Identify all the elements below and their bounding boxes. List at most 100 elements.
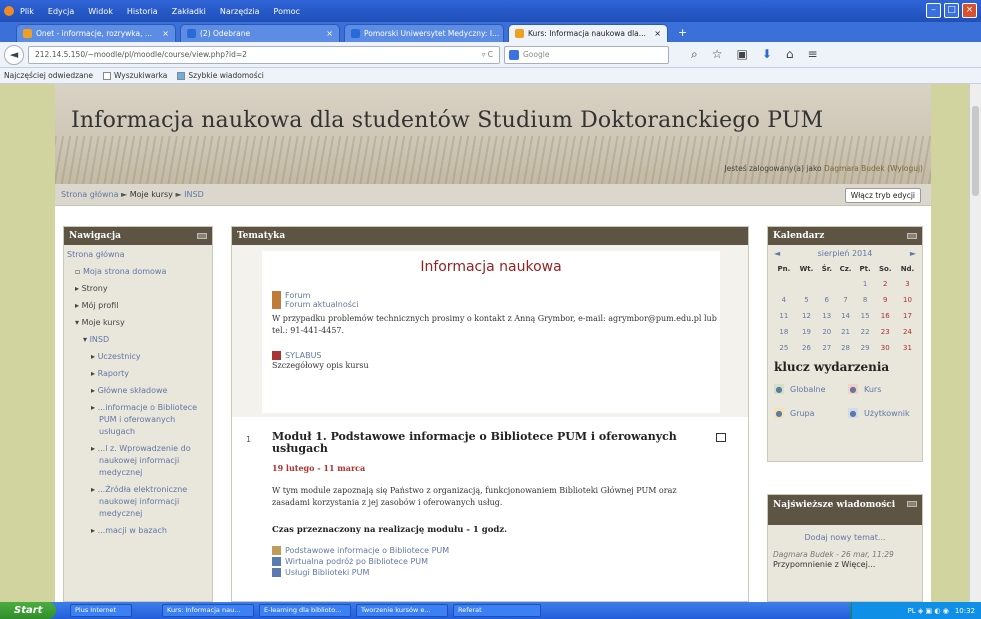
breadcrumb-my-courses[interactable]: Moje kursy — [130, 190, 173, 199]
nav-item[interactable]: ▸ ...informacje o Bibliotece PUM i ofero… — [64, 402, 212, 438]
taskbar-item[interactable]: Referat — [453, 604, 541, 617]
bookmark-most-visited[interactable]: Najczęściej odwiedzane — [4, 71, 93, 80]
calendar-day[interactable]: 3 — [896, 276, 919, 292]
event-key-global[interactable]: ● Globalne — [770, 378, 844, 400]
calendar-day[interactable]: 18 — [773, 324, 795, 340]
tab-mail[interactable]: (2) Odebrane × — [180, 24, 340, 42]
calendar-day[interactable]: 15 — [856, 308, 875, 324]
tab-pum[interactable]: Pomorski Uniwersytet Medyczny: I... × — [344, 24, 504, 42]
event-key-course[interactable]: ● Kurs — [844, 378, 918, 400]
calendar-day[interactable]: 7 — [835, 292, 855, 308]
resource-link[interactable]: Usługi Biblioteki PUM — [272, 567, 449, 578]
calendar-day[interactable]: 25 — [773, 340, 795, 356]
calendar-day[interactable]: 24 — [896, 324, 919, 340]
calendar-month[interactable]: sierpień 2014 — [818, 249, 873, 258]
calendar-day[interactable]: 21 — [835, 324, 855, 340]
nav-item[interactable]: ▸ ...Źródła elektroniczne naukowej infor… — [64, 484, 212, 520]
next-month-arrow-icon[interactable]: ► — [910, 249, 916, 258]
block-dock-icon[interactable] — [907, 501, 917, 507]
calendar-day[interactable]: 10 — [896, 292, 919, 308]
calendar-day[interactable]: 26 — [795, 340, 818, 356]
logout-link[interactable]: (Wyloguj) — [887, 164, 923, 173]
reload-icon[interactable]: ▿ C — [482, 50, 493, 59]
syllabus-link[interactable]: SYLABUS — [272, 351, 720, 360]
calendar-day[interactable]: 29 — [856, 340, 875, 356]
bookmark-search[interactable]: Wyszukiwarka — [103, 71, 167, 80]
edit-mode-button[interactable]: Włącz tryb edycji — [844, 188, 921, 203]
bookmark-star-icon[interactable]: ☆ — [712, 47, 723, 62]
news-item-text[interactable]: Przypomnienie z Więcej... — [773, 560, 922, 569]
news-forum-link[interactable]: Forum aktualności — [272, 300, 720, 309]
tray-icons[interactable]: PL ◈ ▣ ◐ ◉ — [908, 607, 949, 615]
menu-tools[interactable]: Narzędzia — [220, 7, 260, 16]
event-key-user[interactable]: ● Użytkownik — [844, 402, 918, 424]
breadcrumb-course[interactable]: INSD — [184, 190, 204, 199]
start-button[interactable]: Start — [0, 602, 56, 619]
calendar-day[interactable]: 1 — [856, 276, 875, 292]
resource-link[interactable]: Podstawowe informacje o Bibliotece PUM — [272, 545, 449, 556]
download-icon[interactable]: ⬇ — [762, 47, 772, 62]
calendar-day[interactable]: 20 — [818, 324, 835, 340]
user-link[interactable]: Dagmara Budek — [824, 164, 885, 173]
bookmark-quick-news[interactable]: Szybkie wiadomości — [177, 71, 264, 80]
home-icon[interactable]: ⌂ — [786, 47, 794, 62]
breadcrumb-home[interactable]: Strona główna — [61, 190, 119, 199]
calendar-day[interactable]: 30 — [875, 340, 896, 356]
url-bar[interactable]: 212.14.5.150/~moodle/pl/moodle/course/vi… — [28, 45, 500, 64]
new-tab-button[interactable]: + — [678, 26, 687, 39]
search-icon[interactable]: ⌕ — [691, 47, 698, 62]
maximize-button[interactable]: □ — [944, 3, 959, 18]
highlight-checkbox[interactable] — [716, 433, 726, 442]
nav-item[interactable]: ▸ Główne składowe — [64, 385, 212, 397]
clock[interactable]: 10:32 — [955, 607, 975, 615]
vertical-scrollbar[interactable] — [969, 84, 981, 602]
nav-item[interactable]: ▫ Moja strona domowa — [64, 266, 212, 278]
calendar-day[interactable]: 14 — [835, 308, 855, 324]
menu-bookmarks[interactable]: Zakładki — [172, 7, 206, 16]
bookmarks-menu-icon[interactable]: ▣ — [737, 47, 748, 62]
add-topic-link[interactable]: Dodaj nowy temat... — [768, 533, 922, 542]
calendar-day[interactable]: 22 — [856, 324, 875, 340]
nav-item[interactable]: Strona główna — [64, 249, 212, 261]
calendar-day[interactable]: 5 — [795, 292, 818, 308]
menu-help[interactable]: Pomoc — [274, 7, 301, 16]
taskbar-item[interactable]: Kurs: Informacja nau... — [162, 604, 254, 617]
taskbar-item[interactable]: Plus Internet — [70, 604, 132, 617]
tab-onet[interactable]: Onet - informacje, rozrywka, ... × — [16, 24, 176, 42]
nav-item[interactable]: ▸ Uczestnicy — [64, 351, 212, 363]
close-tab-icon[interactable]: × — [326, 29, 333, 38]
close-tab-icon[interactable]: × — [162, 29, 169, 38]
nav-item[interactable]: ▸ ...l z. Wprowadzenie do naukowej infor… — [64, 443, 212, 479]
nav-item[interactable]: ▸ ...macji w bazach — [64, 525, 212, 537]
calendar-day[interactable]: 23 — [875, 324, 896, 340]
calendar-day[interactable]: 9 — [875, 292, 896, 308]
block-dock-icon[interactable] — [907, 233, 917, 239]
calendar-day[interactable]: 11 — [773, 308, 795, 324]
menu-file[interactable]: Plik — [20, 7, 34, 16]
calendar-day[interactable]: 6 — [818, 292, 835, 308]
forum-link[interactable]: Forum — [272, 291, 720, 300]
calendar-day[interactable]: 27 — [818, 340, 835, 356]
calendar-day[interactable]: 17 — [896, 308, 919, 324]
close-window-button[interactable]: × — [962, 3, 977, 18]
nav-item[interactable]: ▾ INSD — [64, 334, 212, 346]
menu-edit[interactable]: Edycja — [48, 7, 74, 16]
menu-history[interactable]: Historia — [127, 7, 158, 16]
event-key-group[interactable]: ● Grupa — [770, 402, 844, 424]
resource-link[interactable]: Wirtualna podróż po Bibliotece PUM — [272, 556, 449, 567]
calendar-day[interactable]: 2 — [875, 276, 896, 292]
search-bar[interactable]: Google — [504, 45, 669, 64]
close-tab-icon[interactable]: × — [503, 29, 504, 38]
close-tab-icon[interactable]: × — [654, 29, 661, 38]
calendar-day[interactable]: 4 — [773, 292, 795, 308]
calendar-day[interactable]: 8 — [856, 292, 875, 308]
nav-item[interactable]: ▸ Mój profil — [64, 300, 212, 312]
calendar-day[interactable]: 16 — [875, 308, 896, 324]
back-button[interactable]: ◄ — [4, 44, 24, 65]
taskbar-item[interactable]: E-learning dla biblioto... — [259, 604, 351, 617]
nav-item[interactable]: ▸ Strony — [64, 283, 212, 295]
nav-item[interactable]: ▾ Moje kursy — [64, 317, 212, 329]
calendar-day[interactable]: 13 — [818, 308, 835, 324]
prev-month-arrow-icon[interactable]: ◄ — [774, 249, 780, 258]
nav-item[interactable]: ▸ Raporty — [64, 368, 212, 380]
